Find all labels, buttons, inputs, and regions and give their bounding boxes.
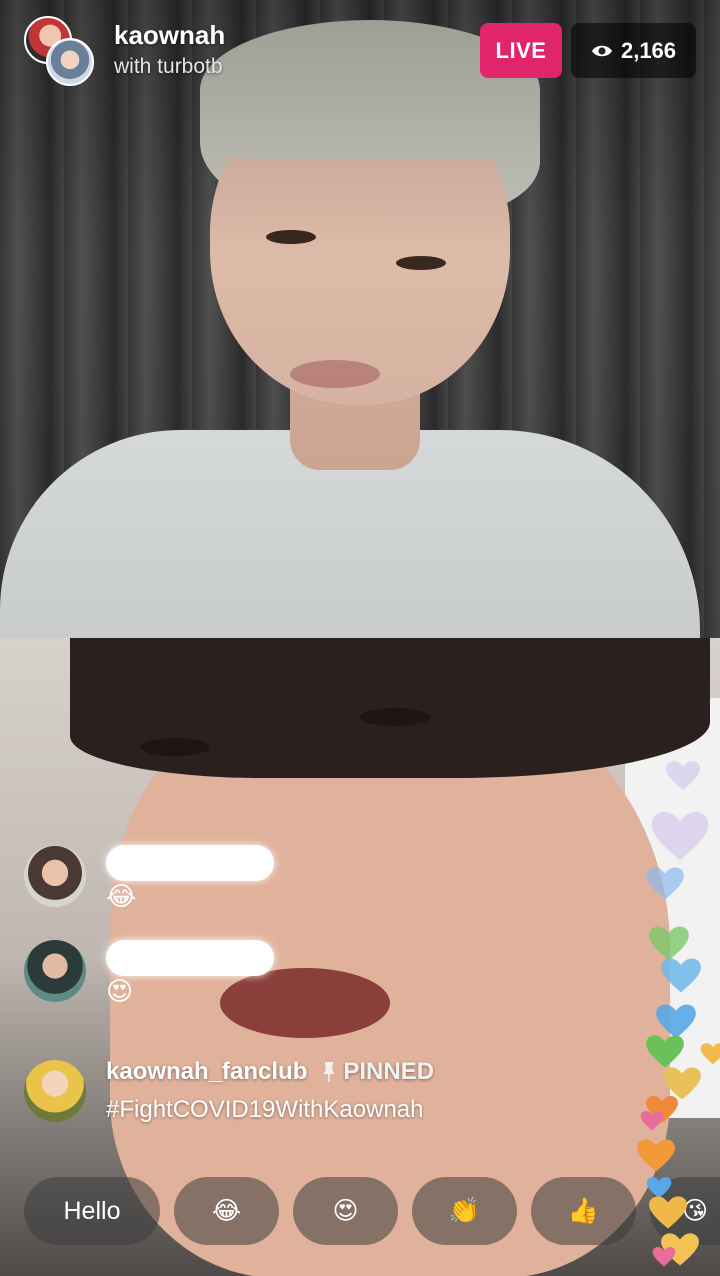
quick-reply-clap[interactable]: 👏: [412, 1177, 517, 1245]
quick-reply-heart-eyes[interactable]: 😍: [293, 1177, 398, 1245]
heart-icon: [651, 812, 709, 861]
comment-text: 😍: [106, 976, 134, 1006]
heart-icon: [666, 761, 700, 790]
heart-icon: [661, 958, 701, 993]
pinned-username[interactable]: kaownah_fanclub: [106, 1058, 307, 1086]
pinned-comment-header[interactable]: kaownah_fanclub PINNED: [106, 1058, 434, 1086]
guest-mouth: [220, 968, 390, 1038]
live-label: LIVE: [495, 37, 547, 63]
quick-reply-laugh[interactable]: 😂: [174, 1177, 279, 1245]
heart-icon: [640, 1111, 664, 1131]
comment-username-redacted: [106, 845, 274, 881]
viewer-count-badge[interactable]: 2,166: [571, 23, 696, 78]
video-shade: [0, 0, 720, 638]
host-avatars[interactable]: [24, 16, 94, 86]
quick-reply-hello[interactable]: Hello: [24, 1177, 160, 1245]
heart-icon: [646, 1035, 684, 1068]
eye-icon: [591, 45, 612, 56]
comment-avatar[interactable]: [24, 940, 86, 1002]
live-stream-screen: kaownah with turbotb LIVE 2,166 😂 😍 kaow…: [0, 0, 720, 1276]
pinned-comment-text: #FightCOVID19WithKaownah: [106, 1096, 424, 1123]
quick-reply-thumbs-up[interactable]: 👍: [531, 1177, 636, 1245]
comment-avatar[interactable]: [24, 845, 86, 907]
pinned-avatar[interactable]: [24, 1060, 86, 1122]
viewer-count: 2,166: [620, 37, 677, 63]
guest-avatar[interactable]: [46, 38, 94, 86]
pin-icon: [323, 1062, 336, 1082]
guest-label[interactable]: with turbotb: [114, 55, 223, 79]
heart-icon: [649, 1196, 687, 1229]
heart-icon: [646, 867, 684, 900]
heart-icon: [637, 1139, 675, 1172]
heart-icon: [700, 1043, 720, 1065]
host-username[interactable]: kaownah: [114, 20, 225, 51]
guest-eye-right: [360, 708, 430, 726]
pinned-tag: PINNED: [321, 1058, 434, 1086]
host-video: [0, 0, 720, 638]
live-badge: LIVE: [480, 23, 562, 78]
pinned-label: PINNED: [343, 1058, 435, 1085]
guest-eye-left: [140, 738, 210, 756]
comment-text: 😂: [106, 881, 137, 911]
heart-icon: [652, 1247, 676, 1267]
comment-username-redacted: [106, 940, 274, 976]
